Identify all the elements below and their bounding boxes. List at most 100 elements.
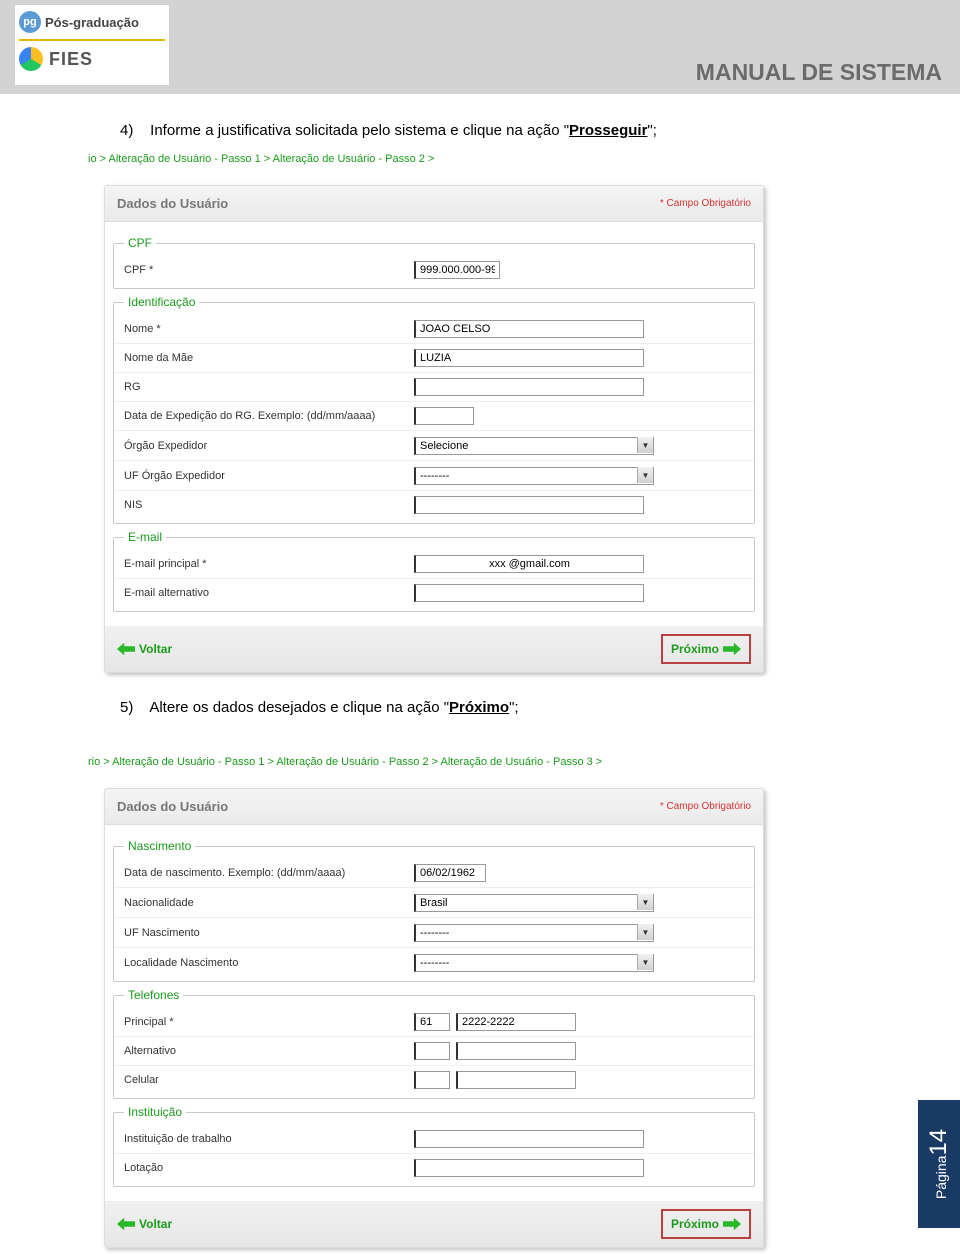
- arrow-left-icon: [117, 1217, 135, 1231]
- legend-instituicao: Instituição: [124, 1105, 186, 1119]
- telprincipal-num-input[interactable]: [456, 1013, 576, 1031]
- pg-badge-icon: pg: [19, 11, 41, 33]
- insttrab-input[interactable]: [414, 1130, 644, 1148]
- fies-icon: [19, 47, 43, 71]
- proximo-highlight: Próximo: [661, 1209, 751, 1239]
- proximo-button[interactable]: Próximo: [671, 1217, 741, 1231]
- orgao-label: Órgão Expedidor: [124, 440, 414, 452]
- proximo-label: Próximo: [671, 642, 719, 656]
- ufnasc-select[interactable]: [414, 924, 654, 942]
- voltar-label: Voltar: [139, 1217, 172, 1231]
- panel-title-step4: Dados do Usuário: [117, 196, 228, 211]
- dataexp-label: Data de Expedição do RG. Exemplo: (dd/mm…: [124, 410, 414, 422]
- legend-nascimento: Nascimento: [124, 839, 195, 853]
- proximo-button[interactable]: Próximo: [671, 642, 741, 656]
- panel-footer-step5: Voltar Próximo: [105, 1201, 763, 1247]
- datanasc-input[interactable]: [414, 864, 486, 882]
- email-alt-input[interactable]: [414, 584, 644, 602]
- legend-cpf: CPF: [124, 236, 156, 250]
- breadcrumb-step5: rio > Alteração de Usuário - Passo 1 > A…: [88, 756, 940, 768]
- instruction-step4: 4) Informe a justificativa solicitada pe…: [120, 122, 940, 139]
- rg-input[interactable]: [414, 378, 644, 396]
- fieldset-telefones: Telefones Principal * Alternativo: [113, 988, 755, 1099]
- telcel-ddd-input[interactable]: [414, 1071, 450, 1089]
- panel-title-step5: Dados do Usuário: [117, 799, 228, 814]
- telalt-num-input[interactable]: [456, 1042, 576, 1060]
- telalt-label: Alternativo: [124, 1045, 414, 1057]
- email-principal-label: E-mail principal *: [124, 558, 414, 570]
- lotacao-input[interactable]: [414, 1159, 644, 1177]
- step4-action: Prosseguir: [569, 122, 647, 139]
- page-number: 14: [925, 1129, 952, 1156]
- legend-telefones: Telefones: [124, 988, 183, 1002]
- legend-ident: Identificação: [124, 295, 199, 309]
- step5-text-before: Altere os dados desejados e clique na aç…: [149, 699, 449, 716]
- panel-header-step5: Dados do Usuário * Campo Obrigatório: [105, 789, 763, 825]
- orgao-select[interactable]: [414, 437, 654, 455]
- nome-input[interactable]: [414, 320, 644, 338]
- mae-input[interactable]: [414, 349, 644, 367]
- pg-text: Pós-graduação: [45, 15, 139, 30]
- arrow-right-icon: [723, 1217, 741, 1231]
- instruction-step5: 5) Altere os dados desejados e clique na…: [120, 699, 940, 716]
- nac-label: Nacionalidade: [124, 897, 414, 909]
- page-title: MANUAL DE SISTEMA: [696, 59, 942, 86]
- fieldset-nascimento: Nascimento Data de nascimento. Exemplo: …: [113, 839, 755, 982]
- logo-pg: pg Pós-graduação: [19, 9, 165, 41]
- rg-label: RG: [124, 381, 414, 393]
- fieldset-instituicao: Instituição Instituição de trabalho Lota…: [113, 1105, 755, 1187]
- panel-step5: Dados do Usuário * Campo Obrigatório Nas…: [104, 788, 764, 1248]
- panel-footer-step4: Voltar Próximo: [105, 626, 763, 672]
- fieldset-ident: Identificação Nome * Nome da Mãe RG Data…: [113, 295, 755, 524]
- fieldset-email: E-mail E-mail principal * E-mail alterna…: [113, 530, 755, 612]
- voltar-label: Voltar: [139, 642, 172, 656]
- nac-select[interactable]: [414, 894, 654, 912]
- step4-text-after: ";: [647, 122, 657, 139]
- uforgao-label: UF Órgão Expedidor: [124, 470, 414, 482]
- step5-action: Próximo: [449, 699, 509, 716]
- step4-number: 4): [120, 122, 146, 139]
- dataexp-input[interactable]: [414, 407, 474, 425]
- fieldset-cpf: CPF CPF *: [113, 236, 755, 289]
- arrow-right-icon: [723, 642, 741, 656]
- cpf-label: CPF *: [124, 264, 414, 276]
- nome-label: Nome *: [124, 323, 414, 335]
- telcel-label: Celular: [124, 1074, 414, 1086]
- uforgao-select[interactable]: [414, 467, 654, 485]
- legend-email: E-mail: [124, 530, 166, 544]
- telprincipal-ddd-input[interactable]: [414, 1013, 450, 1031]
- telcel-num-input[interactable]: [456, 1071, 576, 1089]
- proximo-highlight: Próximo: [661, 634, 751, 664]
- nis-input[interactable]: [414, 496, 644, 514]
- page-number-tab: Página14: [918, 1100, 960, 1228]
- panel-step4: Dados do Usuário * Campo Obrigatório CPF…: [104, 185, 764, 673]
- page-label: Página: [933, 1156, 949, 1200]
- page-header: pg Pós-graduação FIES MANUAL DE SISTEMA: [0, 0, 960, 94]
- fies-text: FIES: [49, 49, 93, 70]
- lotacao-label: Lotação: [124, 1162, 414, 1174]
- mae-label: Nome da Mãe: [124, 352, 414, 364]
- ufnasc-label: UF Nascimento: [124, 927, 414, 939]
- required-note-step5: * Campo Obrigatório: [660, 801, 751, 812]
- step5-number: 5): [120, 699, 146, 716]
- voltar-button[interactable]: Voltar: [117, 642, 172, 656]
- proximo-label: Próximo: [671, 1217, 719, 1231]
- required-note-step4: * Campo Obrigatório: [660, 198, 751, 209]
- step4-text-before: Informe a justificativa solicitada pelo …: [150, 122, 569, 139]
- telprincipal-label: Principal *: [124, 1016, 414, 1028]
- cpf-input[interactable]: [414, 261, 500, 279]
- localnasc-label: Localidade Nascimento: [124, 957, 414, 969]
- datanasc-label: Data de nascimento. Exemplo: (dd/mm/aaaa…: [124, 867, 414, 879]
- logo-box: pg Pós-graduação FIES: [14, 4, 170, 86]
- nis-label: NIS: [124, 499, 414, 511]
- voltar-button[interactable]: Voltar: [117, 1217, 172, 1231]
- email-principal-input[interactable]: [414, 555, 644, 573]
- breadcrumb-step4: io > Alteração de Usuário - Passo 1 > Al…: [88, 153, 940, 165]
- telalt-ddd-input[interactable]: [414, 1042, 450, 1060]
- arrow-left-icon: [117, 642, 135, 656]
- panel-header-step4: Dados do Usuário * Campo Obrigatório: [105, 186, 763, 222]
- logo-fies: FIES: [19, 41, 165, 71]
- step5-text-after: ";: [509, 699, 519, 716]
- insttrab-label: Instituição de trabalho: [124, 1133, 414, 1145]
- localnasc-select[interactable]: [414, 954, 654, 972]
